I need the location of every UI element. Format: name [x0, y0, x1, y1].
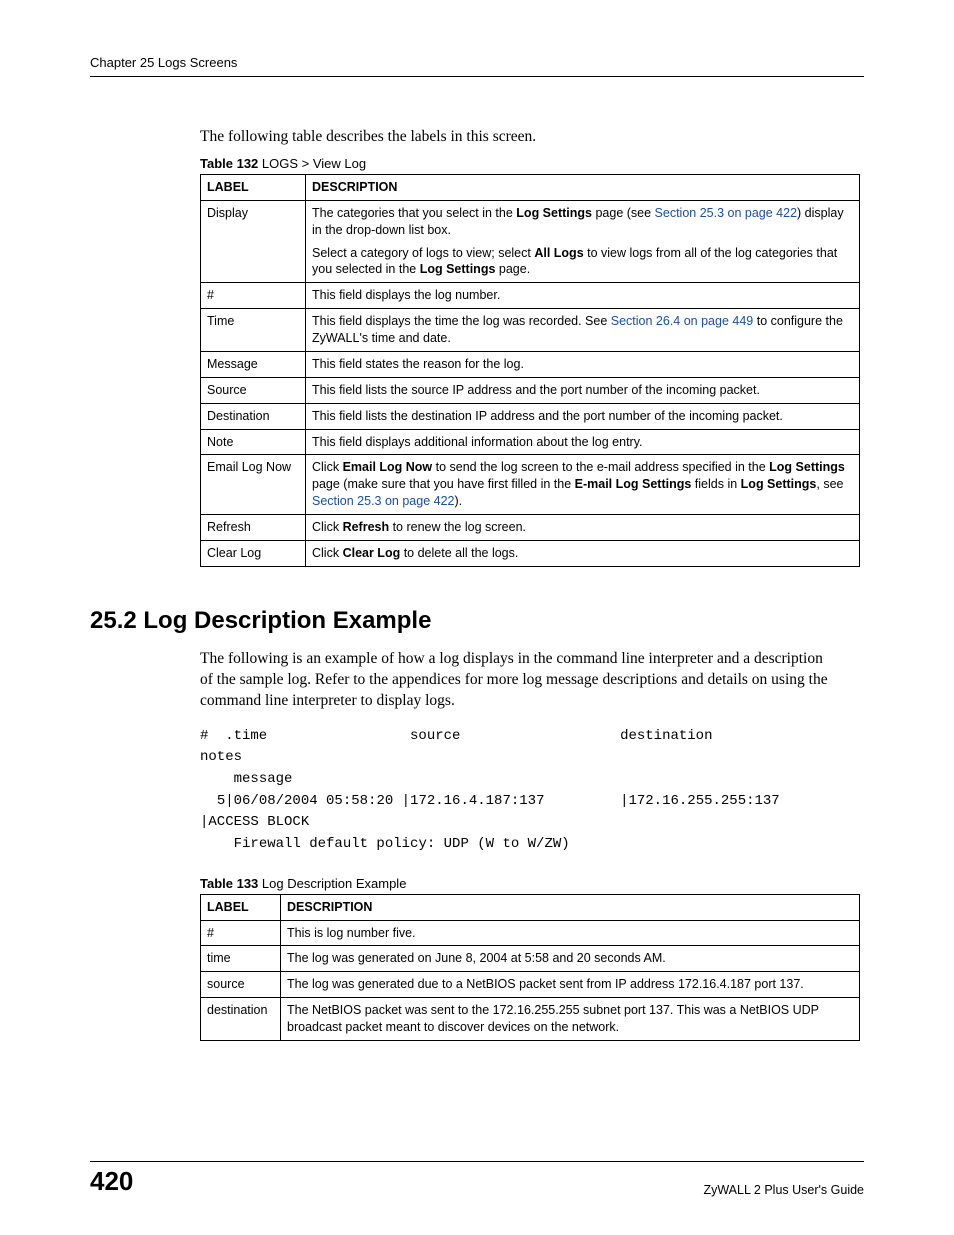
table-row: destinationThe NetBIOS packet was sent t… — [201, 998, 860, 1041]
cell-description: This field lists the destination IP addr… — [306, 403, 860, 429]
cell-label: Clear Log — [201, 540, 306, 566]
cell-label: Email Log Now — [201, 455, 306, 515]
table-row: RefreshClick Refresh to renew the log sc… — [201, 515, 860, 541]
table-row: Clear LogClick Clear Log to delete all t… — [201, 540, 860, 566]
table-row: timeThe log was generated on June 8, 200… — [201, 946, 860, 972]
table-row: SourceThis field lists the source IP add… — [201, 377, 860, 403]
log-example-code: # .time source destination notes message… — [200, 726, 834, 856]
cross-reference-link[interactable]: Section 25.3 on page 422 — [312, 494, 454, 508]
table-133-caption: Table 133 Log Description Example — [200, 876, 864, 891]
table-132-caption: Table 132 LOGS > View Log — [200, 156, 864, 171]
cell-description: This field displays the time the log was… — [306, 309, 860, 352]
cell-label: Source — [201, 377, 306, 403]
col-label: LABEL — [201, 174, 306, 200]
col-description: DESCRIPTION — [281, 894, 860, 920]
table-row: DestinationThis field lists the destinat… — [201, 403, 860, 429]
cell-label: # — [201, 283, 306, 309]
col-label: LABEL — [201, 894, 281, 920]
cell-description: This field displays additional informati… — [306, 429, 860, 455]
chapter-header: Chapter 25 Logs Screens — [90, 55, 864, 77]
table-row: TimeThis field displays the time the log… — [201, 309, 860, 352]
cell-label: destination — [201, 998, 281, 1041]
cell-label: Time — [201, 309, 306, 352]
col-description: DESCRIPTION — [306, 174, 860, 200]
cell-description: The log was generated due to a NetBIOS p… — [281, 972, 860, 998]
table-132-caption-text: LOGS > View Log — [258, 156, 366, 171]
cell-label: Display — [201, 200, 306, 283]
cell-label: # — [201, 920, 281, 946]
guide-name: ZyWALL 2 Plus User's Guide — [703, 1183, 864, 1197]
cell-label: Destination — [201, 403, 306, 429]
table-row: MessageThis field states the reason for … — [201, 351, 860, 377]
section-body: The following is an example of how a log… — [200, 649, 834, 712]
cell-label: Note — [201, 429, 306, 455]
table-row: LABEL DESCRIPTION — [201, 174, 860, 200]
table-row: #This is log number five. — [201, 920, 860, 946]
cell-description: Click Clear Log to delete all the logs. — [306, 540, 860, 566]
cross-reference-link[interactable]: Section 26.4 on page 449 — [611, 314, 753, 328]
table-row: LABEL DESCRIPTION — [201, 894, 860, 920]
cell-label: Message — [201, 351, 306, 377]
section-heading: 25.2 Log Description Example — [90, 607, 864, 635]
cell-description: The categories that you select in the Lo… — [306, 200, 860, 283]
cell-description: The log was generated on June 8, 2004 at… — [281, 946, 860, 972]
intro-paragraph: The following table describes the labels… — [200, 127, 864, 148]
table-133-caption-text: Log Description Example — [258, 876, 406, 891]
table-row: DisplayThe categories that you select in… — [201, 200, 860, 283]
cell-description: This field displays the log number. — [306, 283, 860, 309]
cell-description: Click Refresh to renew the log screen. — [306, 515, 860, 541]
table-133-caption-number: Table 133 — [200, 876, 258, 891]
table-132-caption-number: Table 132 — [200, 156, 258, 171]
cell-description: This field states the reason for the log… — [306, 351, 860, 377]
cell-description: This field lists the source IP address a… — [306, 377, 860, 403]
page-footer: 420 ZyWALL 2 Plus User's Guide — [90, 1161, 864, 1197]
table-row: Email Log NowClick Email Log Now to send… — [201, 455, 860, 515]
table-132: LABEL DESCRIPTION DisplayThe categories … — [200, 174, 860, 567]
cell-description: This is log number five. — [281, 920, 860, 946]
cell-label: Refresh — [201, 515, 306, 541]
table-row: NoteThis field displays additional infor… — [201, 429, 860, 455]
cell-label: source — [201, 972, 281, 998]
table-133: LABEL DESCRIPTION #This is log number fi… — [200, 894, 860, 1041]
page-number: 420 — [90, 1166, 133, 1197]
table-row: sourceThe log was generated due to a Net… — [201, 972, 860, 998]
cell-label: time — [201, 946, 281, 972]
cell-description: Click Email Log Now to send the log scre… — [306, 455, 860, 515]
table-row: #This field displays the log number. — [201, 283, 860, 309]
cross-reference-link[interactable]: Section 25.3 on page 422 — [655, 206, 797, 220]
cell-description: The NetBIOS packet was sent to the 172.1… — [281, 998, 860, 1041]
